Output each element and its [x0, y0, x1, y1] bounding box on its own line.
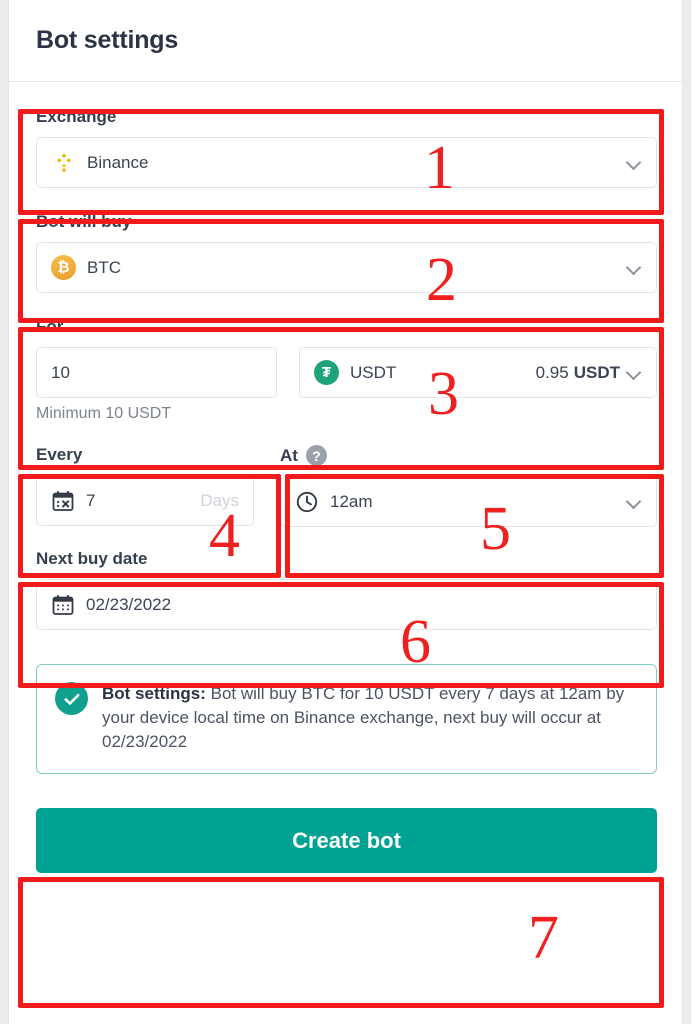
- clock-icon: [295, 490, 319, 514]
- summary-body: Bot settings: Bot will buy BTC for 10 US…: [102, 682, 638, 754]
- next-buy-date-label: Next buy date: [36, 549, 148, 568]
- exchange-value: Binance: [87, 152, 149, 172]
- every-input[interactable]: 7 Days: [36, 475, 254, 526]
- card-right-edge: [690, 0, 699, 1024]
- at-time-value: 12am: [330, 491, 373, 511]
- form-body: Exchange Binance Bot will buy ₿ BTC For …: [9, 82, 684, 874]
- buy-asset-select[interactable]: ₿ BTC: [36, 242, 657, 293]
- summary-title: Bot settings:: [102, 684, 206, 703]
- bot-settings-summary: Bot settings: Bot will buy BTC for 10 US…: [36, 664, 657, 775]
- exchange-select[interactable]: Binance: [36, 137, 657, 188]
- balance-amount: 0.95: [535, 362, 569, 382]
- chevron-down-icon[interactable]: [626, 365, 642, 381]
- next-buy-date-value: 02/23/2022: [86, 594, 172, 614]
- for-label: For: [36, 317, 64, 336]
- field-bot-will-buy: Bot will buy ₿ BTC: [9, 188, 684, 293]
- chevron-down-icon[interactable]: [626, 155, 642, 171]
- calendar-icon: [51, 593, 75, 617]
- minimum-hint: Minimum 10 USDT: [36, 405, 172, 422]
- usdt-symbol: ₮: [321, 364, 332, 381]
- every-value: 7: [86, 490, 96, 510]
- usdt-coin-icon: ₮: [314, 360, 339, 385]
- check-circle-icon: [55, 682, 88, 715]
- calendar-repeat-icon: [51, 489, 75, 513]
- bot-settings-card: Bot settings Exchange Binance Bot will b…: [8, 0, 684, 1024]
- chevron-down-icon[interactable]: [626, 260, 642, 276]
- field-next-buy-date: Next buy date 02/23/2022: [9, 527, 684, 630]
- bot-will-buy-label: Bot will buy: [36, 212, 132, 231]
- bot-settings-screen: Bot settings Exchange Binance Bot will b…: [0, 0, 699, 1024]
- binance-logo-icon: [51, 150, 76, 175]
- field-every: Every 7 Days: [9, 445, 267, 527]
- currency-select[interactable]: ₮ USDT 0.95 USDT: [299, 347, 657, 398]
- btc-symbol: ₿: [57, 259, 70, 276]
- next-buy-date-input[interactable]: 02/23/2022: [36, 579, 657, 630]
- create-bot-button[interactable]: Create bot: [36, 808, 657, 874]
- field-exchange: Exchange Binance: [9, 82, 684, 188]
- every-unit: Days: [200, 490, 239, 510]
- at-label: At: [280, 445, 298, 465]
- buy-asset-value: BTC: [87, 257, 121, 277]
- field-for: For 10 ₮ USDT 0.95 USDT Minimum 10 USDT: [9, 293, 684, 423]
- at-label-wrap: At ?: [280, 445, 657, 466]
- btc-coin-icon: ₿: [51, 255, 76, 280]
- exchange-label: Exchange: [36, 107, 117, 126]
- card-header: Bot settings: [9, 0, 684, 82]
- amount-value: 10: [51, 362, 70, 382]
- help-icon[interactable]: ?: [305, 445, 327, 466]
- page-title: Bot settings: [36, 26, 179, 54]
- at-time-select[interactable]: 12am: [280, 476, 657, 527]
- amount-input[interactable]: 10: [36, 347, 277, 398]
- chevron-down-icon[interactable]: [626, 494, 642, 510]
- field-at: At ? 12am: [267, 445, 684, 527]
- currency-value: USDT: [350, 362, 397, 382]
- every-label: Every: [36, 445, 83, 464]
- balance-currency: USDT: [573, 362, 620, 382]
